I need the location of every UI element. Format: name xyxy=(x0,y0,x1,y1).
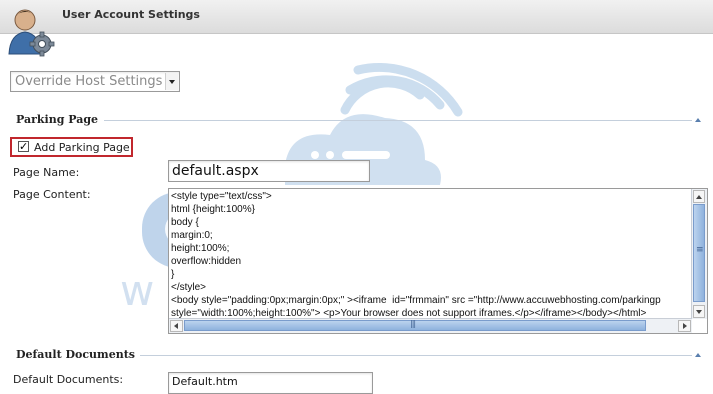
section-divider xyxy=(140,355,692,356)
default-documents-input[interactable]: Default.htm xyxy=(168,372,373,394)
vertical-scroll-thumb[interactable] xyxy=(693,204,705,302)
scroll-up-arrow-icon[interactable] xyxy=(693,190,705,203)
page-name-label: Page Name: xyxy=(13,166,80,179)
add-parking-page-checkbox[interactable]: ✓ xyxy=(18,141,29,152)
scroll-left-arrow-icon[interactable] xyxy=(170,320,183,332)
page-content-line: </style> xyxy=(171,282,207,293)
page-content-text[interactable]: <style type="text/css"> html {height:100%… xyxy=(171,190,691,320)
chevron-down-icon[interactable] xyxy=(165,73,178,90)
page-content-line: body { xyxy=(171,217,199,228)
horizontal-scroll-thumb[interactable] xyxy=(184,319,646,331)
page-content-textarea[interactable]: <style type="text/css"> html {height:100%… xyxy=(168,188,708,334)
collapse-section-icon[interactable] xyxy=(695,353,701,357)
header-bar: User Account Settings xyxy=(0,0,713,34)
add-parking-page-highlight: ✓ Add Parking Page xyxy=(10,137,133,157)
scroll-down-arrow-icon[interactable] xyxy=(693,305,705,318)
page-content-line: <style type="text/css"> xyxy=(171,191,272,202)
page-content-line: overflow:hidden xyxy=(171,256,242,267)
collapse-section-icon[interactable] xyxy=(695,118,701,122)
section-divider xyxy=(104,120,692,121)
parking-page-section-title: Parking Page xyxy=(16,113,99,126)
page-content-line: } xyxy=(171,269,175,280)
default-documents-label: Default Documents: xyxy=(13,373,124,386)
page-content-line: height:100%; xyxy=(171,243,230,254)
page-content-line: <body style="padding:0px;margin:0px;" ><… xyxy=(171,295,661,306)
page-name-input[interactable]: default.aspx xyxy=(168,160,370,182)
scroll-right-arrow-icon[interactable] xyxy=(678,320,691,332)
default-documents-value: Default.htm xyxy=(172,375,238,388)
horizontal-scrollbar[interactable] xyxy=(169,318,692,333)
host-settings-select[interactable]: Override Host Settings xyxy=(10,71,180,92)
default-documents-section-title: Default Documents xyxy=(16,348,135,361)
user-settings-icon xyxy=(8,9,55,57)
page-title: User Account Settings xyxy=(62,8,200,21)
host-settings-value: Override Host Settings xyxy=(15,74,163,89)
page-content-label: Page Content: xyxy=(13,188,91,201)
page-content-line: html {height:100%} xyxy=(171,204,255,215)
page-content-line: margin:0; xyxy=(171,230,213,241)
add-parking-page-label[interactable]: Add Parking Page xyxy=(34,141,130,154)
vertical-scrollbar[interactable] xyxy=(691,189,707,319)
